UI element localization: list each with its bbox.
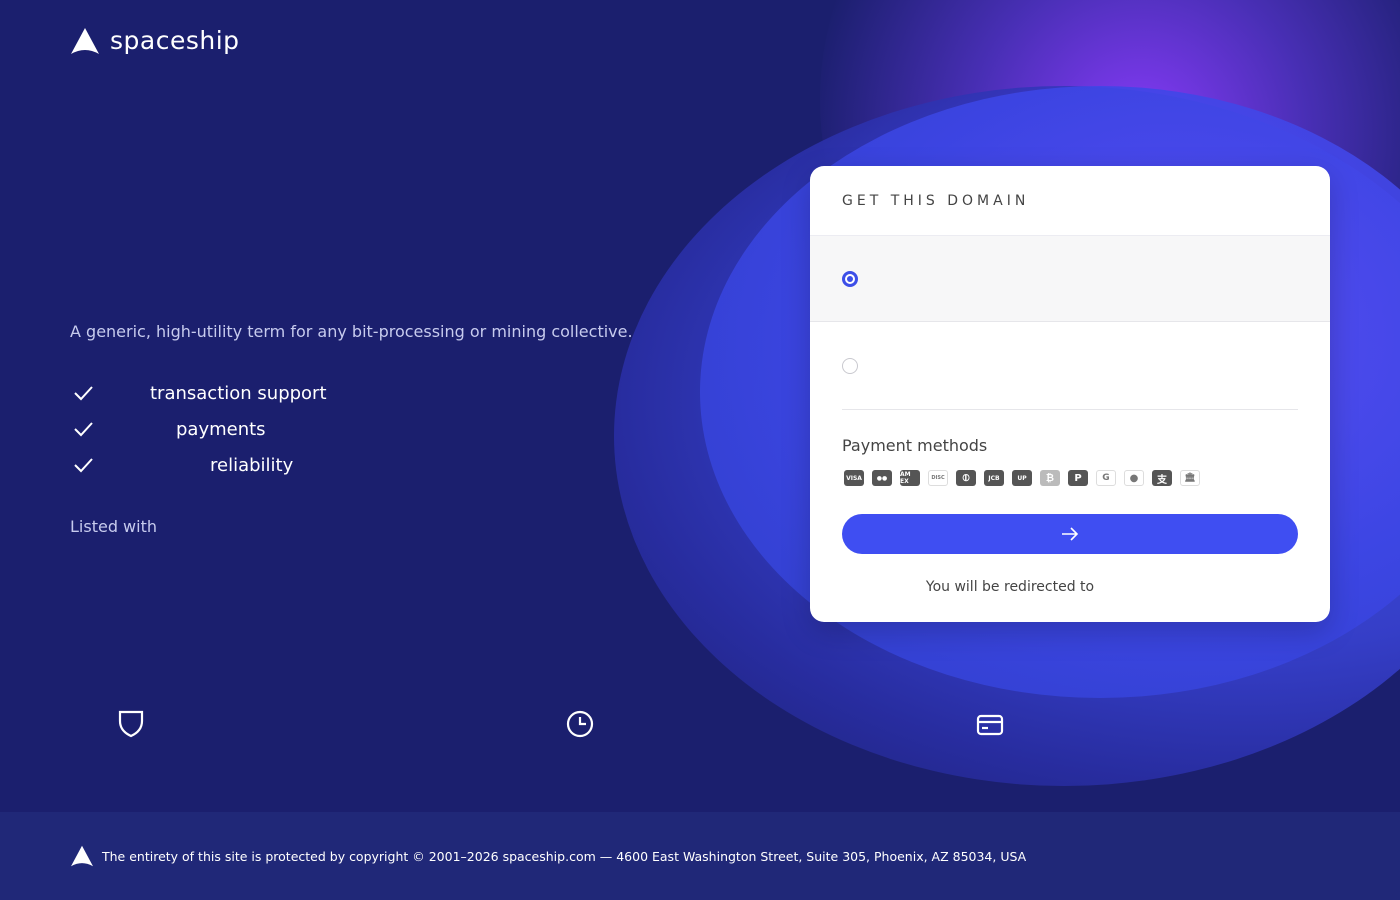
copyright-text: The entirety of this site is protected b… xyxy=(102,848,1027,864)
radio-unselected[interactable] xyxy=(842,358,858,374)
apple-pay-icon: ● xyxy=(1124,470,1144,486)
shield-icon xyxy=(118,710,144,738)
redirect-notice: You will be redirected to xyxy=(925,579,1095,595)
spaceship-logo-icon xyxy=(71,845,93,867)
check-icon xyxy=(74,386,93,401)
feature-label: reliability xyxy=(210,454,294,476)
feature-label: payments xyxy=(176,418,266,440)
google-pay-icon: G xyxy=(1096,470,1116,486)
paypal-icon: P xyxy=(1068,470,1088,486)
footer: The entirety of this site is protected b… xyxy=(0,812,1400,900)
brand-logo-link[interactable]: spaceship xyxy=(70,26,240,55)
feature-item: payments xyxy=(70,411,633,447)
bitcoin-icon: ₿ xyxy=(1040,470,1060,486)
brand-name: spaceship xyxy=(110,26,240,55)
check-icon xyxy=(74,458,93,473)
mastercard-icon: ●● xyxy=(872,470,892,486)
feature-item: reliability xyxy=(70,447,633,483)
alipay-icon: 支 xyxy=(1152,470,1172,486)
radio-selected[interactable] xyxy=(842,271,858,287)
amex-icon: AM EX xyxy=(900,470,920,486)
payment-methods-label: Payment methods xyxy=(842,436,988,455)
credit-card-icon xyxy=(976,714,1004,736)
arrow-right-icon xyxy=(1062,527,1079,541)
discover-icon: DISC xyxy=(928,470,948,486)
diners-icon: ⦶ xyxy=(956,470,976,486)
jcb-icon: JCB xyxy=(984,470,1004,486)
get-domain-card: GET THIS DOMAIN Payment methods VISA ●● … xyxy=(810,166,1330,622)
payment-methods-list: VISA ●● AM EX DISC ⦶ JCB UP ₿ P G ● 支 🏛 xyxy=(844,470,1200,486)
feature-label: transaction support xyxy=(150,382,327,404)
purchase-option-buy[interactable] xyxy=(810,236,1330,322)
feature-item: transaction support xyxy=(70,375,633,411)
listed-with-label: Listed with xyxy=(70,517,157,536)
feature-list: transaction support payments reliability xyxy=(70,375,633,483)
bank-transfer-icon: 🏛 xyxy=(1180,470,1200,486)
domain-description: A generic, high-utility term for any bit… xyxy=(70,322,633,341)
unionpay-icon: UP xyxy=(1012,470,1032,486)
purchase-option-alt[interactable] xyxy=(842,322,1298,410)
continue-button[interactable] xyxy=(842,514,1298,554)
clock-icon xyxy=(566,710,594,738)
card-title: GET THIS DOMAIN xyxy=(842,193,1030,209)
check-icon xyxy=(74,422,93,437)
domain-info: A generic, high-utility term for any bit… xyxy=(70,322,633,536)
visa-icon: VISA xyxy=(844,470,864,486)
spaceship-logo-icon xyxy=(71,27,99,54)
